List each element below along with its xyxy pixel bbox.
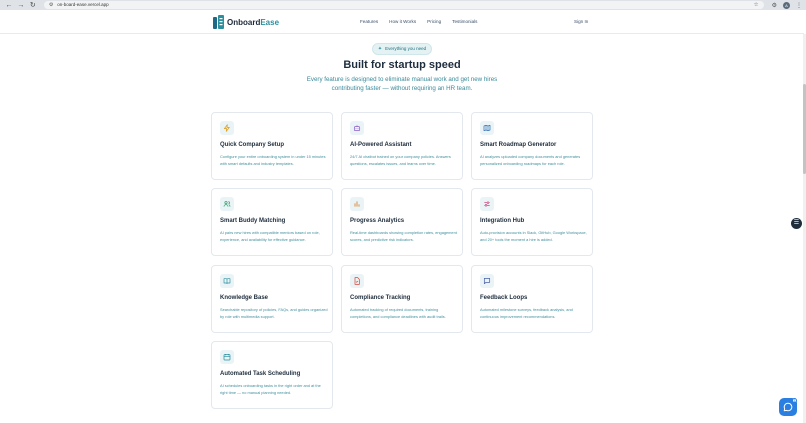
feature-title: Compliance Tracking <box>350 295 411 301</box>
side-panel-toggle-icon[interactable]: ☰ <box>791 218 802 229</box>
browser-menu-icon[interactable]: ⋮ <box>796 2 802 9</box>
brand-name-part1: Onboard <box>227 17 261 27</box>
nav-link-how-it-works[interactable]: How it Works <box>389 19 416 24</box>
feature-description: Automated milestone surveys, feedback an… <box>480 307 573 320</box>
feature-title: Integration Hub <box>480 218 525 224</box>
section-subtitle: Every feature is designed to eliminate m… <box>306 76 498 92</box>
feature-card-task-scheduling: Automated Task Scheduling AI schedules o… <box>211 341 333 409</box>
feature-description: Auto-provision accounts in Slack, GitHub… <box>480 230 587 243</box>
section-title: Built for startup speed <box>343 59 461 71</box>
logo-icon <box>213 15 224 29</box>
feature-title: Smart Roadmap Generator <box>480 142 557 148</box>
feature-title: Quick Company Setup <box>220 142 285 148</box>
reload-icon[interactable]: ↻ <box>28 1 38 10</box>
map-icon <box>480 121 494 135</box>
forward-icon[interactable]: → <box>16 1 26 10</box>
feature-card-ai-assistant: AI-Powered Assistant 24/7 AI chatbot tra… <box>341 112 463 180</box>
extensions-icon[interactable]: ⚙ <box>772 2 777 9</box>
file-check-icon <box>350 274 364 288</box>
nav-link-features[interactable]: Features <box>360 19 378 24</box>
chat-notification-badge: 1 <box>792 398 797 403</box>
bot-icon <box>350 121 364 135</box>
feature-description: Real-time dashboards showing completion … <box>350 230 457 243</box>
feature-card-roadmap: Smart Roadmap Generator AI analyzes uplo… <box>471 112 593 180</box>
chat-bubble-icon <box>783 402 793 412</box>
integration-icon <box>480 197 494 211</box>
back-icon[interactable]: ← <box>4 1 14 10</box>
feature-card-quick-setup: Quick Company Setup Configure your entir… <box>211 112 333 180</box>
feature-title: Feedback Loops <box>480 295 528 301</box>
feature-description: Configure your entire onboarding system … <box>220 154 326 167</box>
feature-title: Progress Analytics <box>350 218 405 224</box>
section-badge-label: Everything you need <box>385 46 427 51</box>
browser-toolbar: ← → ↻ ⚙ on-board-ease.vercel.app ☆ ⚙ A ⋮ <box>0 0 806 10</box>
brand-logo[interactable]: OnboardEase <box>213 15 279 29</box>
feature-title: Knowledge Base <box>220 295 269 301</box>
site-info-icon[interactable]: ⚙ <box>49 1 53 9</box>
feature-description: AI schedules onboarding tasks in the rig… <box>220 383 321 396</box>
address-bar[interactable]: ⚙ on-board-ease.vercel.app ☆ <box>43 1 764 9</box>
profile-avatar[interactable]: A <box>782 1 790 9</box>
feature-description: 24/7 AI chatbot trained on your company … <box>350 154 451 167</box>
calendar-icon <box>220 350 234 364</box>
feature-card-compliance: Compliance Tracking Automated tracking o… <box>341 265 463 333</box>
feature-card-analytics: Progress Analytics Real-time dashboards … <box>341 188 463 256</box>
sparkle-icon: ✦ <box>377 46 383 52</box>
bookmark-star-icon[interactable]: ☆ <box>754 1 759 9</box>
nav-links: Features How it Works Pricing Testimonia… <box>360 19 488 24</box>
users-icon <box>220 197 234 211</box>
feature-description: Searchable repository of policies, FAQs,… <box>220 307 328 320</box>
zap-icon <box>220 121 234 135</box>
feature-card-integration-hub: Integration Hub Auto-provision accounts … <box>471 188 593 256</box>
nav-link-testimonials[interactable]: Testimonials <box>452 19 477 24</box>
feature-title: AI-Powered Assistant <box>350 142 412 148</box>
section-badge: ✦ Everything you need <box>372 43 432 55</box>
brand-name-part2: Ease <box>260 17 280 27</box>
book-icon <box>220 274 234 288</box>
feature-card-buddy-matching: Smart Buddy Matching AI pairs new hires … <box>211 188 333 256</box>
url-text: on-board-ease.vercel.app <box>57 2 109 7</box>
bar-chart-icon <box>350 197 364 211</box>
site-navbar: OnboardEase Features How it Works Pricin… <box>0 10 804 34</box>
sign-in-link[interactable]: Sign In <box>574 19 588 24</box>
feature-title: Smart Buddy Matching <box>220 218 286 224</box>
feature-card-feedback: Feedback Loops Automated milestone surve… <box>471 265 593 333</box>
feature-title: Automated Task Scheduling <box>220 371 301 377</box>
message-icon <box>480 274 494 288</box>
nav-link-pricing[interactable]: Pricing <box>427 19 441 24</box>
feature-description: AI pairs new hires with compatible mento… <box>220 230 320 243</box>
feature-description: AI analyzes uploaded company documents a… <box>480 154 581 167</box>
feature-card-knowledge-base: Knowledge Base Searchable repository of … <box>211 265 333 333</box>
feature-description: Automated tracking of required documents… <box>350 307 446 320</box>
